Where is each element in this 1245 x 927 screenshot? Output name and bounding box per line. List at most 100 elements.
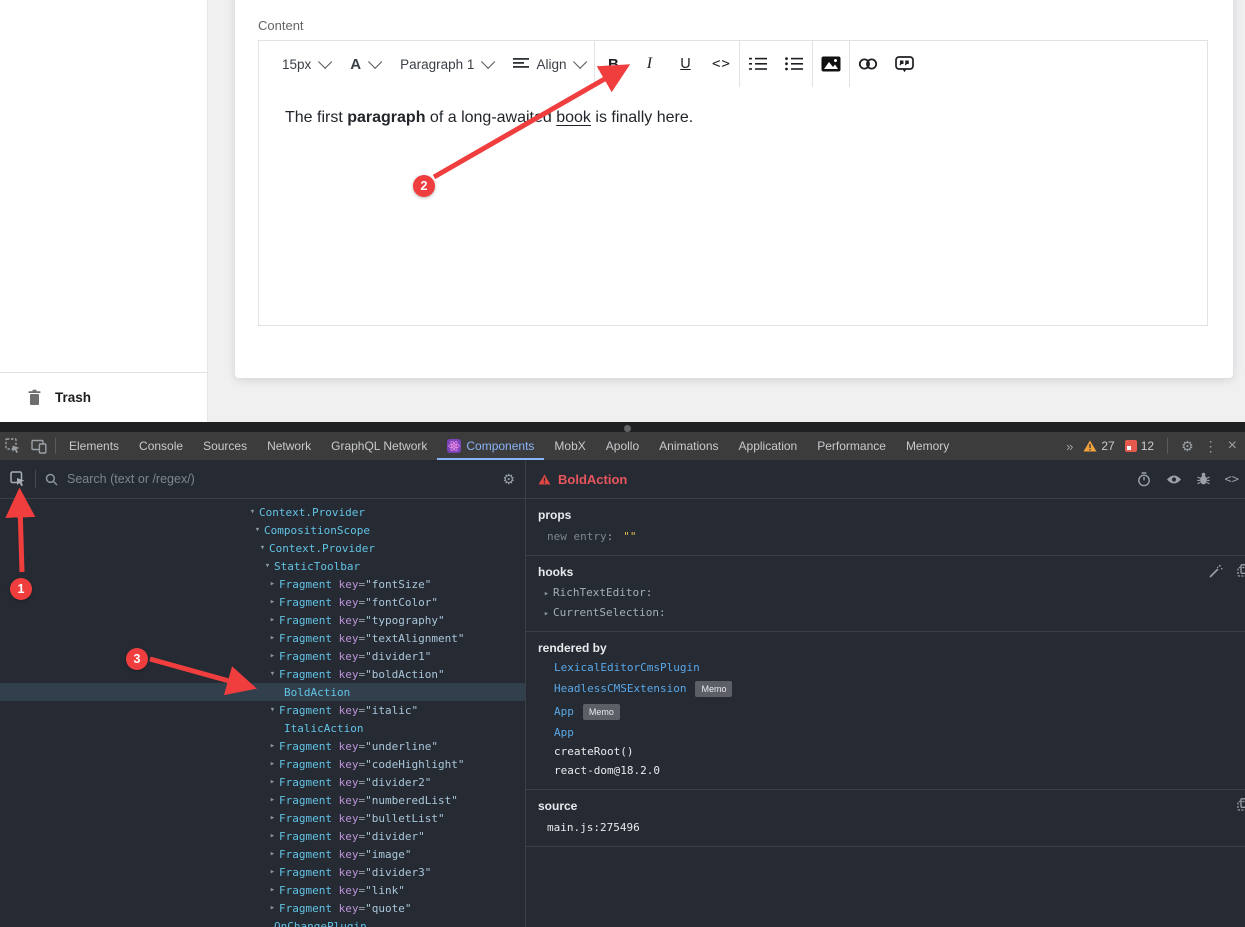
devtools-tab-performance[interactable]: Performance bbox=[807, 432, 896, 460]
tree-row-Fragment-italic[interactable]: ▾Fragment key="italic" bbox=[0, 701, 525, 719]
tree-row-Fragment-bulletList[interactable]: ▸Fragment key="bulletList" bbox=[0, 809, 525, 827]
tree-row-CompositionScope[interactable]: ▾CompositionScope bbox=[0, 521, 525, 539]
more-tabs-button[interactable]: » bbox=[1066, 439, 1073, 454]
tree-row-Fragment-divider2[interactable]: ▸Fragment key="divider2" bbox=[0, 773, 525, 791]
expand-arrow-icon[interactable]: ▸ bbox=[540, 609, 553, 619]
bold-button[interactable]: B bbox=[595, 41, 631, 87]
collapse-arrow-icon[interactable]: ▾ bbox=[256, 543, 269, 553]
numbered-list-button[interactable] bbox=[740, 41, 776, 87]
tree-row-StaticToolbar[interactable]: ▾StaticToolbar bbox=[0, 557, 525, 575]
parse-hooks-wand-button[interactable] bbox=[1208, 564, 1223, 579]
collapse-arrow-icon[interactable]: ▾ bbox=[261, 561, 274, 571]
collapse-arrow-icon[interactable]: ▾ bbox=[266, 669, 279, 679]
tree-settings-gear-button[interactable]: ⚙ bbox=[502, 472, 515, 486]
suspense-timer-button[interactable] bbox=[1137, 472, 1151, 487]
tree-row-ItalicAction[interactable]: ItalicAction bbox=[0, 719, 525, 737]
tree-row-Fragment-divider[interactable]: ▸Fragment key="divider" bbox=[0, 827, 525, 845]
expand-arrow-icon[interactable]: ▸ bbox=[266, 867, 279, 877]
code-button[interactable]: <> bbox=[703, 41, 739, 87]
block-type-dropdown[interactable]: Paragraph 1 bbox=[389, 41, 502, 87]
tree-row-OnChangePlugin[interactable]: OnChangePlugin bbox=[0, 917, 525, 927]
devtools-tab-elements[interactable]: Elements bbox=[59, 432, 129, 460]
issues-indicator[interactable]: 12 bbox=[1125, 439, 1154, 453]
devtools-tab-mobx[interactable]: MobX bbox=[544, 432, 595, 460]
expand-arrow-icon[interactable]: ▸ bbox=[266, 795, 279, 805]
tree-row-Fragment-fontColor[interactable]: ▸Fragment key="fontColor" bbox=[0, 593, 525, 611]
expand-arrow-icon[interactable]: ▸ bbox=[266, 849, 279, 859]
device-toolbar-button[interactable] bbox=[26, 432, 52, 460]
tree-row-Fragment-underline[interactable]: ▸Fragment key="underline" bbox=[0, 737, 525, 755]
devtools-resize-handle[interactable] bbox=[0, 422, 1245, 432]
devtools-tab-memory[interactable]: Memory bbox=[896, 432, 959, 460]
expand-arrow-icon[interactable]: ▸ bbox=[266, 813, 279, 823]
prop-value[interactable]: "" bbox=[623, 530, 636, 543]
rich-text-content[interactable]: The first paragraph of a long-awaited bo… bbox=[258, 87, 1208, 326]
kebab-menu-button[interactable]: ⋮ bbox=[1204, 439, 1218, 453]
expand-arrow-icon[interactable]: ▸ bbox=[266, 651, 279, 661]
tree-row-Fragment-divider3[interactable]: ▸Fragment key="divider3" bbox=[0, 863, 525, 881]
copy-icon[interactable] bbox=[1237, 564, 1245, 579]
expand-arrow-icon[interactable]: ▸ bbox=[266, 597, 279, 607]
expand-arrow-icon[interactable]: ▸ bbox=[266, 777, 279, 787]
pick-component-button[interactable] bbox=[10, 471, 26, 487]
expand-arrow-icon[interactable]: ▸ bbox=[266, 615, 279, 625]
expand-arrow-icon[interactable]: ▸ bbox=[540, 589, 553, 599]
settings-gear-button[interactable]: ⚙ bbox=[1181, 439, 1194, 453]
inspect-dom-eye-button[interactable] bbox=[1166, 474, 1182, 485]
hook-row-RichTextEditor[interactable]: ▸RichTextEditor: bbox=[538, 586, 1233, 599]
devtools-tab-console[interactable]: Console bbox=[129, 432, 193, 460]
rendered-by-component-link[interactable]: App bbox=[554, 727, 574, 739]
tree-row-Context.Provider[interactable]: ▾Context.Provider bbox=[0, 503, 525, 521]
tree-row-Fragment-divider1[interactable]: ▸Fragment key="divider1" bbox=[0, 647, 525, 665]
devtools-tab-graphql-network[interactable]: GraphQL Network bbox=[321, 432, 437, 460]
copy-icon[interactable] bbox=[1237, 798, 1245, 811]
insert-link-button[interactable] bbox=[850, 41, 886, 87]
expand-arrow-icon[interactable]: ▸ bbox=[266, 831, 279, 841]
expand-arrow-icon[interactable]: ▸ bbox=[266, 903, 279, 913]
rendered-by-component-link[interactable]: App bbox=[554, 706, 574, 718]
font-color-dropdown[interactable]: A bbox=[339, 41, 389, 87]
sidebar-item-trash[interactable]: Trash bbox=[0, 372, 207, 422]
tree-row-Fragment-codeHighlight[interactable]: ▸Fragment key="codeHighlight" bbox=[0, 755, 525, 773]
font-size-dropdown[interactable]: 15px bbox=[271, 41, 339, 87]
tree-row-Fragment-typography[interactable]: ▸Fragment key="typography" bbox=[0, 611, 525, 629]
source-location[interactable]: main.js:275496 bbox=[538, 821, 1233, 834]
view-source-button[interactable]: <> bbox=[1225, 472, 1239, 486]
expand-arrow-icon[interactable]: ▸ bbox=[266, 885, 279, 895]
collapse-arrow-icon[interactable]: ▾ bbox=[246, 507, 259, 517]
devtools-tab-animations[interactable]: Animations bbox=[649, 432, 728, 460]
expand-arrow-icon[interactable]: ▸ bbox=[266, 579, 279, 589]
bullet-list-button[interactable] bbox=[776, 41, 812, 87]
close-devtools-button[interactable]: × bbox=[1228, 438, 1237, 454]
prop-row[interactable]: new entry:"" bbox=[538, 530, 1233, 543]
rendered-by-component-link[interactable]: HeadlessCMSExtension bbox=[554, 683, 686, 695]
collapse-arrow-icon[interactable]: ▾ bbox=[266, 705, 279, 715]
tree-row-Fragment-textAlignment[interactable]: ▸Fragment key="textAlignment" bbox=[0, 629, 525, 647]
underline-button[interactable]: U bbox=[667, 41, 703, 87]
insert-quote-button[interactable] bbox=[886, 41, 922, 87]
component-search-input[interactable]: Search (text or /regex/) bbox=[67, 472, 493, 486]
debug-bug-button[interactable] bbox=[1197, 472, 1210, 486]
tree-row-Fragment-quote[interactable]: ▸Fragment key="quote" bbox=[0, 899, 525, 917]
devtools-tab-network[interactable]: Network bbox=[257, 432, 321, 460]
tree-row-Context.Provider[interactable]: ▾Context.Provider bbox=[0, 539, 525, 557]
align-dropdown[interactable]: Align bbox=[502, 41, 594, 87]
insert-image-button[interactable] bbox=[813, 41, 849, 87]
collapse-arrow-icon[interactable]: ▾ bbox=[251, 525, 264, 535]
italic-button[interactable]: I bbox=[631, 41, 667, 87]
tree-row-Fragment-fontSize[interactable]: ▸Fragment key="fontSize" bbox=[0, 575, 525, 593]
expand-arrow-icon[interactable]: ▸ bbox=[266, 633, 279, 643]
devtools-tab-application[interactable]: Application bbox=[729, 432, 808, 460]
devtools-tab-components[interactable]: Components bbox=[437, 432, 544, 460]
tree-row-Fragment-link[interactable]: ▸Fragment key="link" bbox=[0, 881, 525, 899]
hook-row-CurrentSelection[interactable]: ▸CurrentSelection: bbox=[538, 606, 1233, 619]
inspect-element-button[interactable] bbox=[0, 432, 26, 460]
rendered-by-component-link[interactable]: LexicalEditorCmsPlugin bbox=[554, 662, 700, 674]
tree-row-Fragment-image[interactable]: ▸Fragment key="image" bbox=[0, 845, 525, 863]
expand-arrow-icon[interactable]: ▸ bbox=[266, 741, 279, 751]
tree-row-Fragment-numberedList[interactable]: ▸Fragment key="numberedList" bbox=[0, 791, 525, 809]
tree-row-BoldAction[interactable]: BoldAction bbox=[0, 683, 525, 701]
devtools-tab-sources[interactable]: Sources bbox=[193, 432, 257, 460]
expand-arrow-icon[interactable]: ▸ bbox=[266, 759, 279, 769]
warnings-indicator[interactable]: 27 bbox=[1083, 439, 1114, 453]
